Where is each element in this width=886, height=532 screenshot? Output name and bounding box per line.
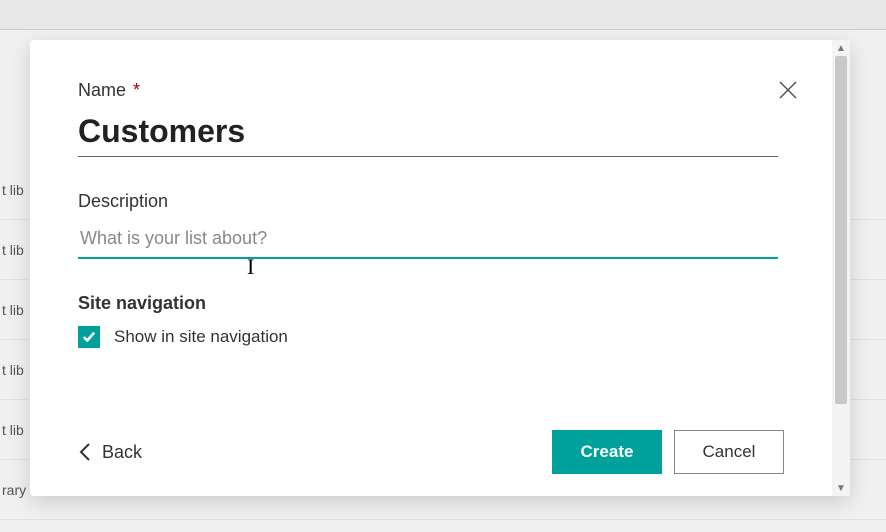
- create-list-dialog: Name * Description Site navigation Show …: [30, 40, 850, 496]
- name-label-text: Name: [78, 80, 126, 100]
- name-input[interactable]: [78, 109, 778, 157]
- site-navigation-section: Site navigation Show in site navigation: [78, 293, 784, 348]
- description-label: Description: [78, 191, 784, 212]
- dialog-body: Name * Description Site navigation Show …: [30, 40, 832, 496]
- close-icon: [776, 78, 800, 102]
- close-button[interactable]: [776, 78, 800, 102]
- dialog-footer: Back Create Cancel: [78, 430, 784, 474]
- background-header: [0, 0, 886, 30]
- name-field-section: Name *: [78, 80, 784, 157]
- scroll-thumb[interactable]: [835, 56, 847, 404]
- back-label: Back: [102, 442, 142, 463]
- back-button[interactable]: Back: [78, 442, 142, 463]
- show-in-nav-row: Show in site navigation: [78, 326, 784, 348]
- create-button[interactable]: Create: [552, 430, 662, 474]
- dialog-scrollbar[interactable]: ▲ ▼: [832, 40, 850, 496]
- footer-actions: Create Cancel: [552, 430, 784, 474]
- show-in-nav-checkbox[interactable]: [78, 326, 100, 348]
- scroll-up-arrow[interactable]: ▲: [832, 40, 850, 56]
- name-label: Name *: [78, 80, 784, 101]
- chevron-left-icon: [78, 442, 92, 462]
- site-navigation-heading: Site navigation: [78, 293, 784, 314]
- description-input[interactable]: [78, 220, 778, 259]
- show-in-nav-label: Show in site navigation: [114, 327, 288, 347]
- checkmark-icon: [82, 330, 96, 344]
- description-field-section: Description: [78, 191, 784, 259]
- required-asterisk: *: [133, 80, 140, 100]
- cancel-button[interactable]: Cancel: [674, 430, 784, 474]
- scroll-down-arrow[interactable]: ▼: [832, 480, 850, 496]
